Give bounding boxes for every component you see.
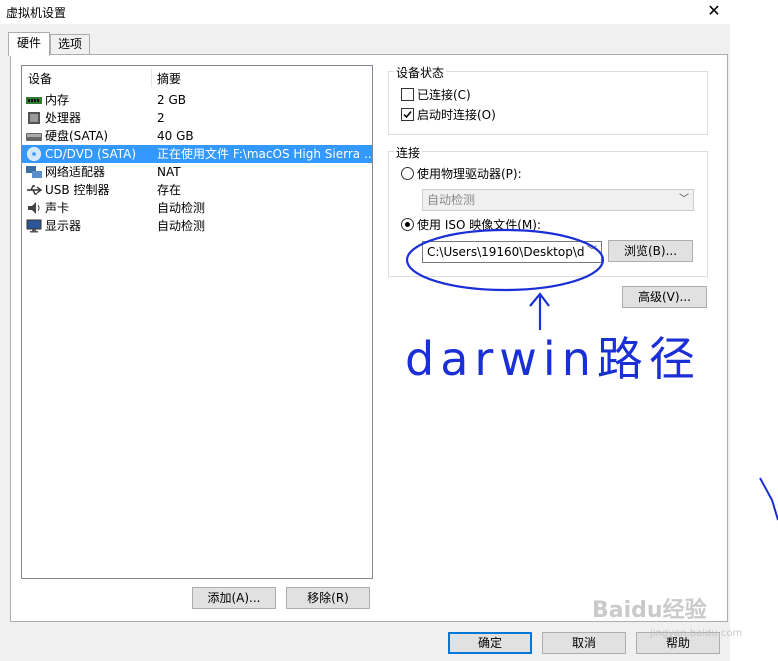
annotation-circle	[405, 228, 605, 292]
watermark-text: Baidu经验	[592, 598, 707, 623]
handwritten-annotation: darwin路径	[405, 228, 778, 521]
tab-hardware[interactable]: 硬件	[8, 32, 50, 56]
annotation-arrow	[529, 292, 550, 330]
annotation-text: darwin路径	[405, 332, 701, 386]
annotation-stroke	[759, 477, 778, 521]
watermark-url: jingyan.baidu.com	[650, 628, 743, 639]
